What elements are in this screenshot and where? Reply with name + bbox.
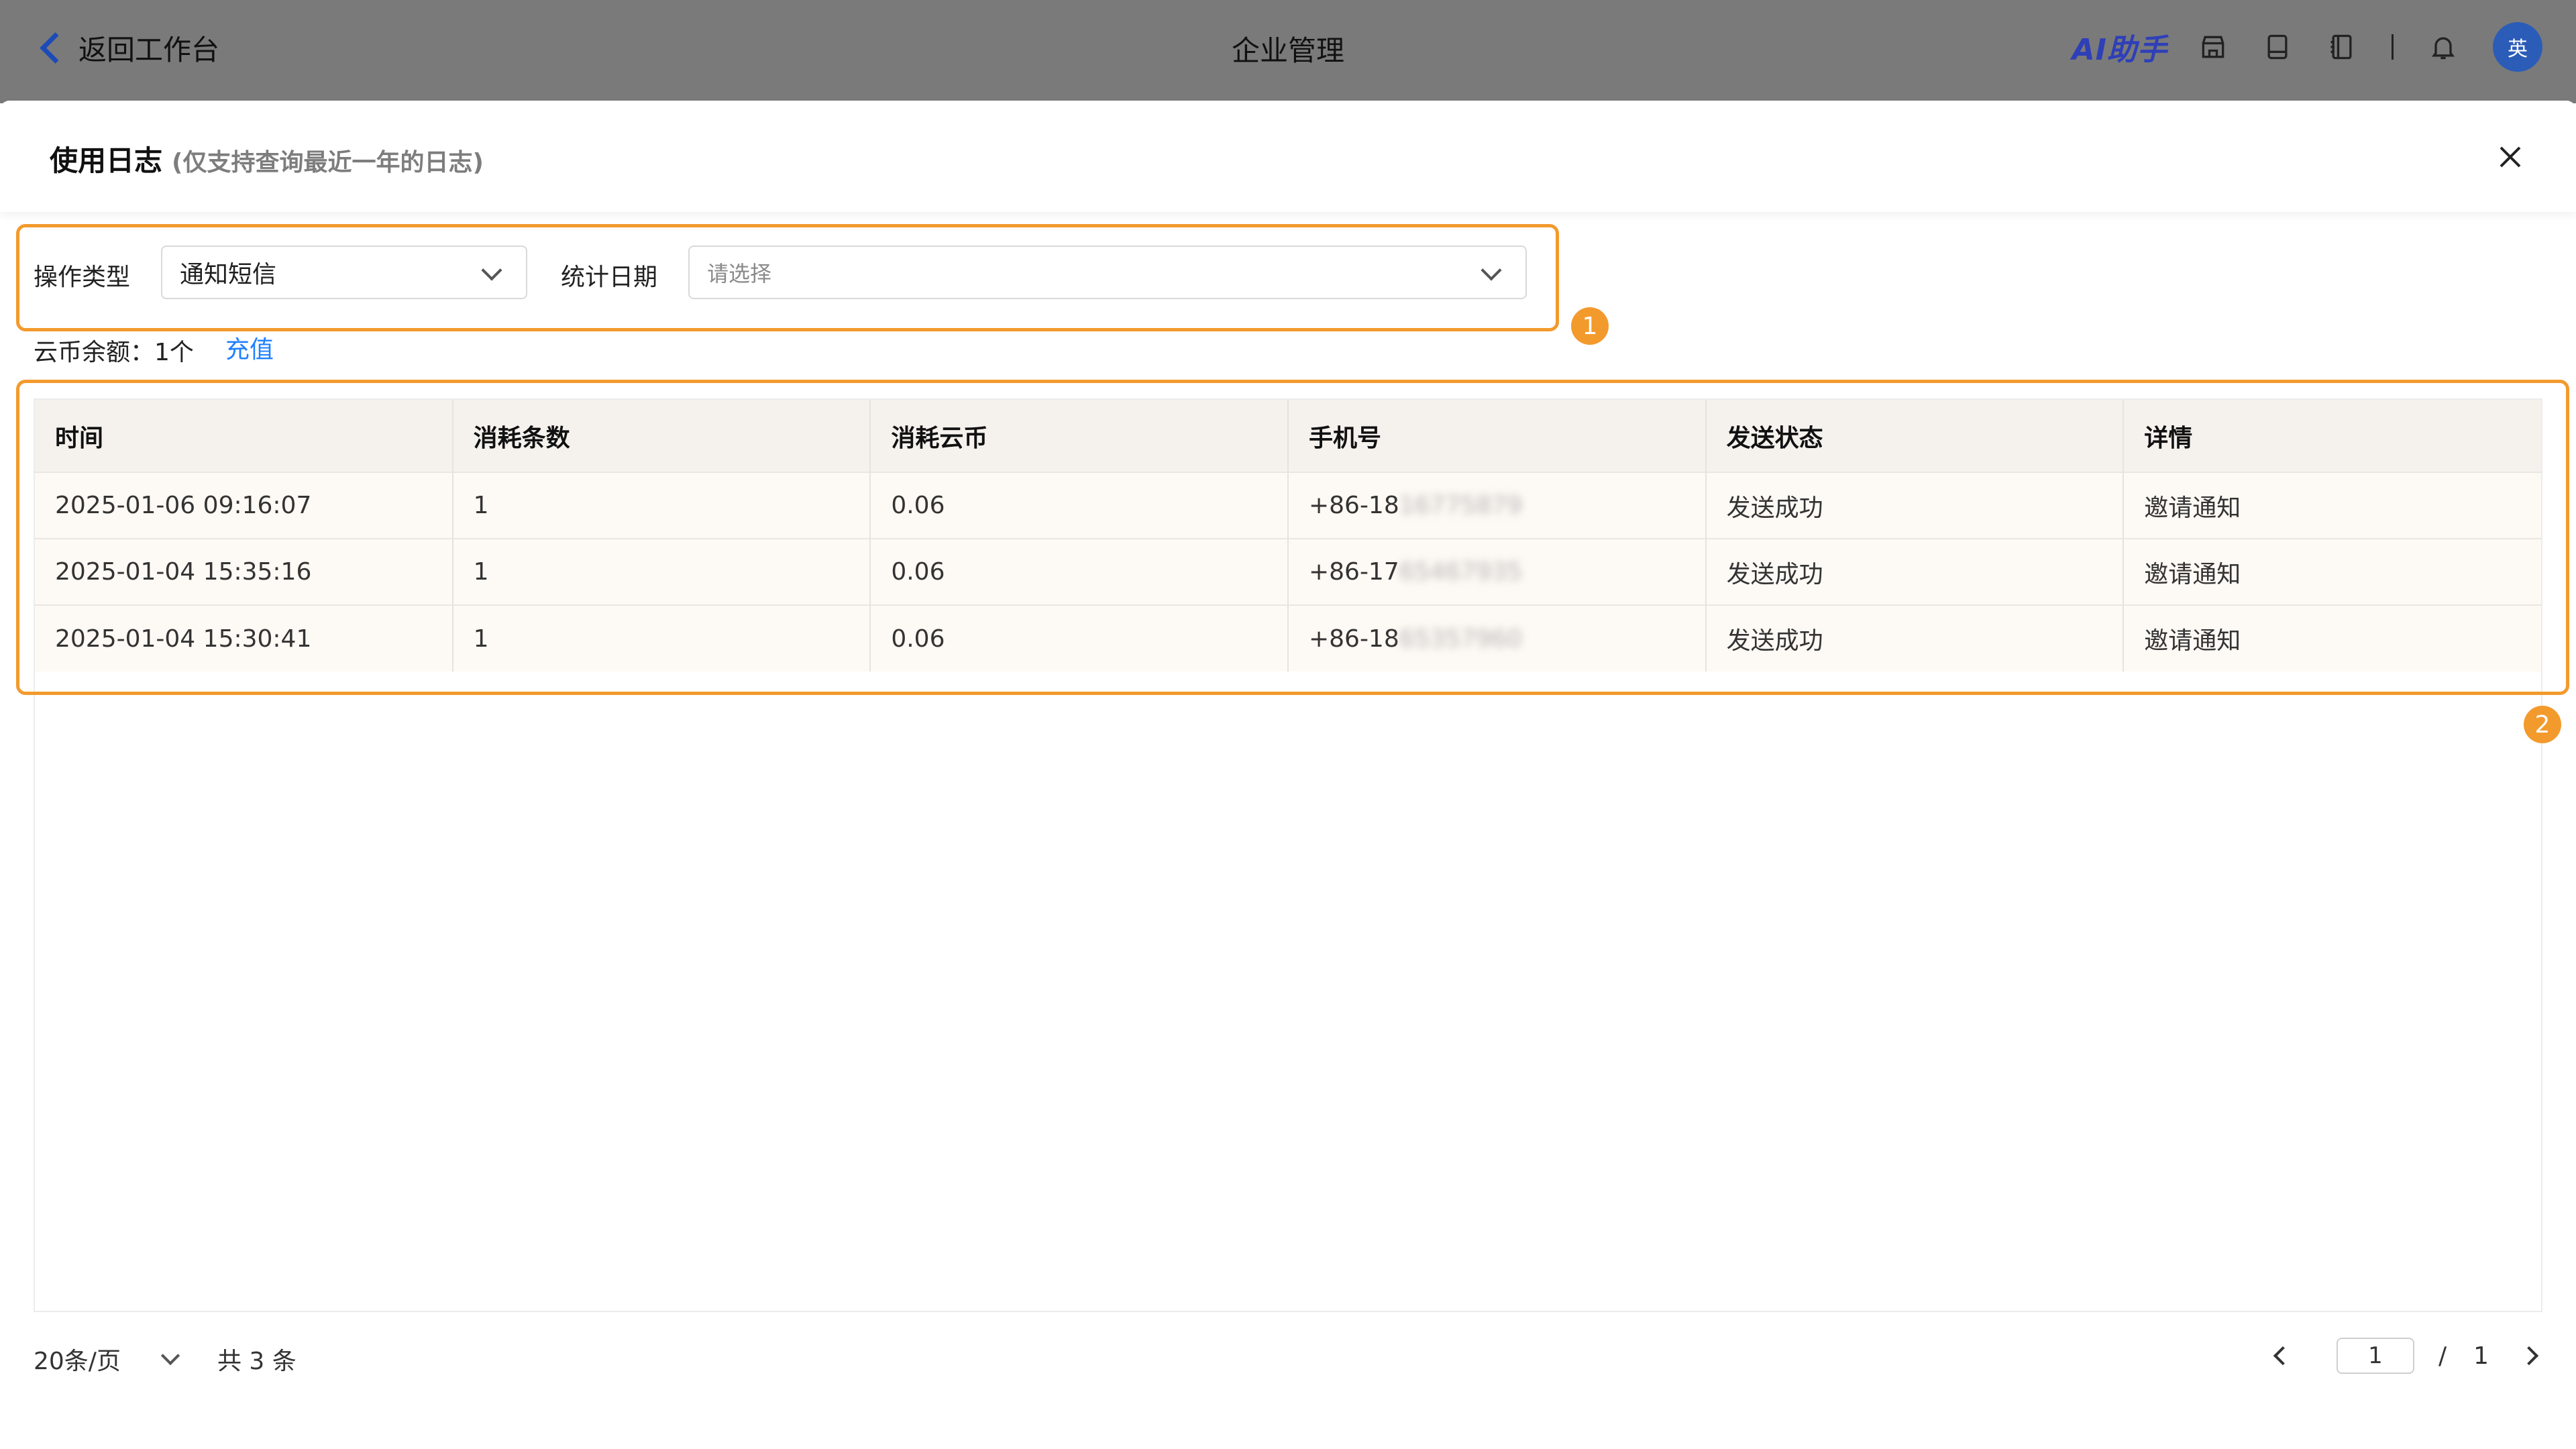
chevron-right-icon[interactable] [2519,1346,2539,1366]
page-separator: / [2438,1342,2447,1370]
dialog-title-text: 使用日志 [50,144,163,177]
page-number-input[interactable]: 1 [2336,1338,2414,1374]
chevron-down-icon [481,260,502,281]
chevron-left-icon[interactable] [2273,1346,2293,1366]
total-count: 共 3 条 [217,1348,297,1375]
store-icon[interactable] [2198,32,2228,62]
dialog-subtitle: (仅支持查询最近一年的日志) [172,149,484,176]
toolbar-divider [2392,34,2394,60]
top-bar: 返回工作台 企业管理 AI助手 英 [0,0,2576,103]
date-label: 统计日期 [561,264,658,291]
total-pages: 1 [2473,1342,2489,1370]
avatar[interactable]: 英 [2493,22,2542,72]
op-type-select[interactable]: 通知短信 [161,246,527,299]
pagination: 1 / 1 [2273,1338,2539,1374]
date-select[interactable]: 请选择 [688,246,1527,299]
op-type-label: 操作类型 [34,264,131,291]
pagination-left: 20条/页 共 3 条 [34,1342,297,1377]
date-placeholder: 请选择 [707,261,772,286]
book-icon[interactable] [2263,32,2292,62]
ai-assistant-button[interactable]: AI助手 [2072,25,2167,68]
page-size-select[interactable]: 20条/页 [34,1342,121,1377]
dialog-title: 使用日志 (仅支持查询最近一年的日志) [50,138,484,179]
chevron-down-icon [1481,260,1502,281]
close-icon [2500,146,2521,168]
op-type-value: 通知短信 [180,261,277,288]
dialog-header: 使用日志 (仅支持查询最近一年的日志) [0,101,2576,212]
chevron-down-icon[interactable] [160,1346,180,1366]
bell-icon[interactable] [2428,32,2458,62]
annotation-badge-1: 1 [1571,307,1609,345]
coin-balance: 云币余额：1个 [34,339,194,366]
annotation-badge-2: 2 [2524,706,2561,743]
table-highlight-box [16,380,2569,695]
notebook-icon[interactable] [2327,32,2357,62]
top-right-toolbar: AI助手 英 [2072,20,2542,74]
close-button[interactable] [2494,141,2526,173]
recharge-link[interactable]: 充值 [225,330,274,365]
